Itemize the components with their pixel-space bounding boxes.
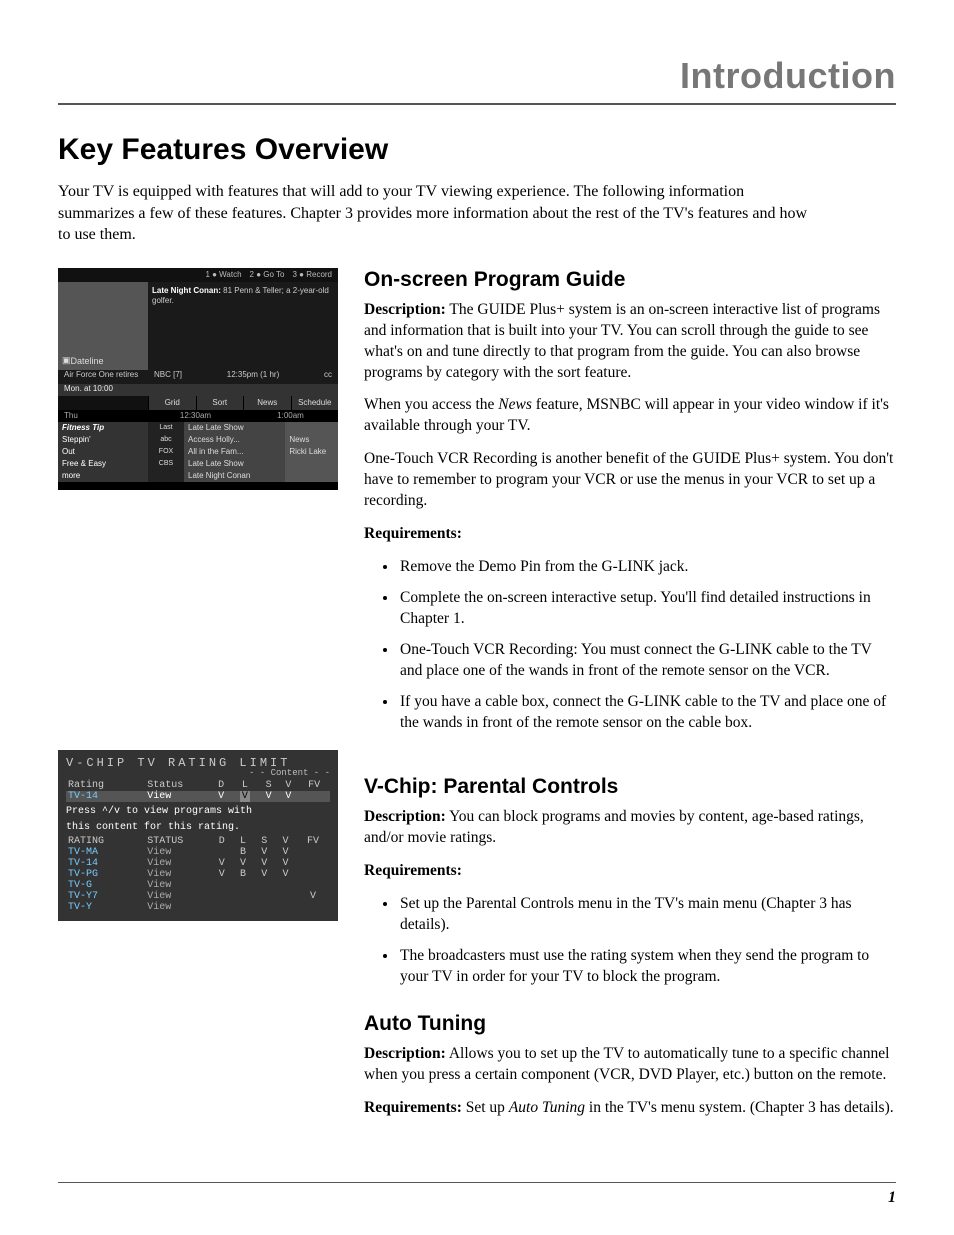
list-item: One-Touch VCR Recording: You must connec… — [398, 640, 896, 682]
section-1-p3: One-Touch VCR Recording is another benef… — [364, 449, 896, 512]
list-item: Set up the Parental Controls menu in the… — [398, 894, 896, 936]
vchip-row: TV-MAViewBVV — [66, 847, 330, 858]
section-2-desc: Description: You can block programs and … — [364, 807, 896, 849]
guide-ep-title: Air Force One retires — [58, 370, 148, 384]
section-1-p2: When you access the News feature, MSNBC … — [364, 395, 896, 437]
section-1-desc: Description: The GUIDE Plus+ system is a… — [364, 300, 896, 384]
list-item: Remove the Demo Pin from the G-LINK jack… — [398, 557, 896, 578]
vchip-row: TV-YView — [66, 902, 330, 913]
guide-time: 12:35pm (1 hr) — [227, 370, 279, 384]
guide-tab-grid: Grid — [148, 396, 196, 410]
guide-tab-schedule: Schedule — [291, 396, 339, 410]
vchip-msg-2: this content for this rating. — [66, 822, 330, 834]
guide-timeslot-1: 12:30am — [148, 410, 243, 422]
guide-airdate: Mon. at 10:00 — [58, 384, 148, 396]
guide-row-ch: Last Channel — [148, 422, 184, 434]
page-title: Key Features Overview — [58, 133, 896, 167]
guide-program-desc: Late Night Conan: 81 Penn & Teller; a 2-… — [148, 282, 338, 370]
section-1-req-list: Remove the Demo Pin from the G-LINK jack… — [364, 557, 896, 733]
intro-paragraph: Your TV is equipped with features that w… — [58, 181, 818, 246]
section-3-title: Auto Tuning — [364, 1012, 896, 1036]
vchip-row: TV-PGViewVBVV — [66, 869, 330, 880]
guide-panel-title: Fitness Tip — [58, 422, 148, 434]
section-2-req-label: Requirements: — [364, 861, 896, 882]
vchip-row: TV-14ViewVVVV — [66, 858, 330, 869]
vchip-msg-1: Press ^/v to view programs with — [66, 806, 330, 818]
guide-tab-sort: Sort — [196, 396, 244, 410]
guide-timeslot-2: 1:00am — [243, 410, 338, 422]
guide-top-record: 3 ● Record — [292, 270, 332, 279]
list-item: If you have a cable box, connect the G-L… — [398, 692, 896, 734]
section-3-desc: Description: Allows you to set up the TV… — [364, 1044, 896, 1086]
guide-video-preview: ▣ Dateline — [58, 282, 148, 370]
guide-tab-news: News — [243, 396, 291, 410]
guide-row-prog: Late Late Show — [184, 422, 285, 434]
section-header: Introduction — [58, 55, 896, 97]
section-3-req: Requirements: Set up Auto Tuning in the … — [364, 1098, 896, 1119]
guide-day: Thu — [58, 410, 148, 422]
footer-rule — [58, 1182, 896, 1183]
section-2-title: V-Chip: Parental Controls — [364, 775, 896, 799]
guide-cc: cc — [324, 370, 332, 384]
guide-panel-line: Steppin' — [58, 434, 148, 446]
vchip-row: TV-GView — [66, 880, 330, 891]
guide-channel: NBC [7] — [154, 370, 182, 384]
section-1-title: On-screen Program Guide — [364, 268, 896, 292]
vchip-screenshot: V-CHIP TV RATING LIMIT - - Content - - R… — [58, 750, 338, 921]
vchip-highlight-row: TV-14 View V V V V — [66, 791, 330, 802]
guide-top-watch: 1 ● Watch — [205, 270, 241, 279]
list-item: The broadcasters must use the rating sys… — [398, 946, 896, 988]
header-rule — [58, 103, 896, 105]
vchip-row: TV-Y7ViewV — [66, 891, 330, 902]
section-1-req-label: Requirements: — [364, 524, 896, 545]
section-2-req-list: Set up the Parental Controls menu in the… — [364, 894, 896, 988]
page-number: 1 — [888, 1189, 896, 1207]
guide-top-goto: 2 ● Go To — [250, 270, 285, 279]
guide-screenshot: 1 ● Watch 2 ● Go To 3 ● Record ▣ Datelin… — [58, 268, 338, 490]
list-item: Complete the on-screen interactive setup… — [398, 588, 896, 630]
